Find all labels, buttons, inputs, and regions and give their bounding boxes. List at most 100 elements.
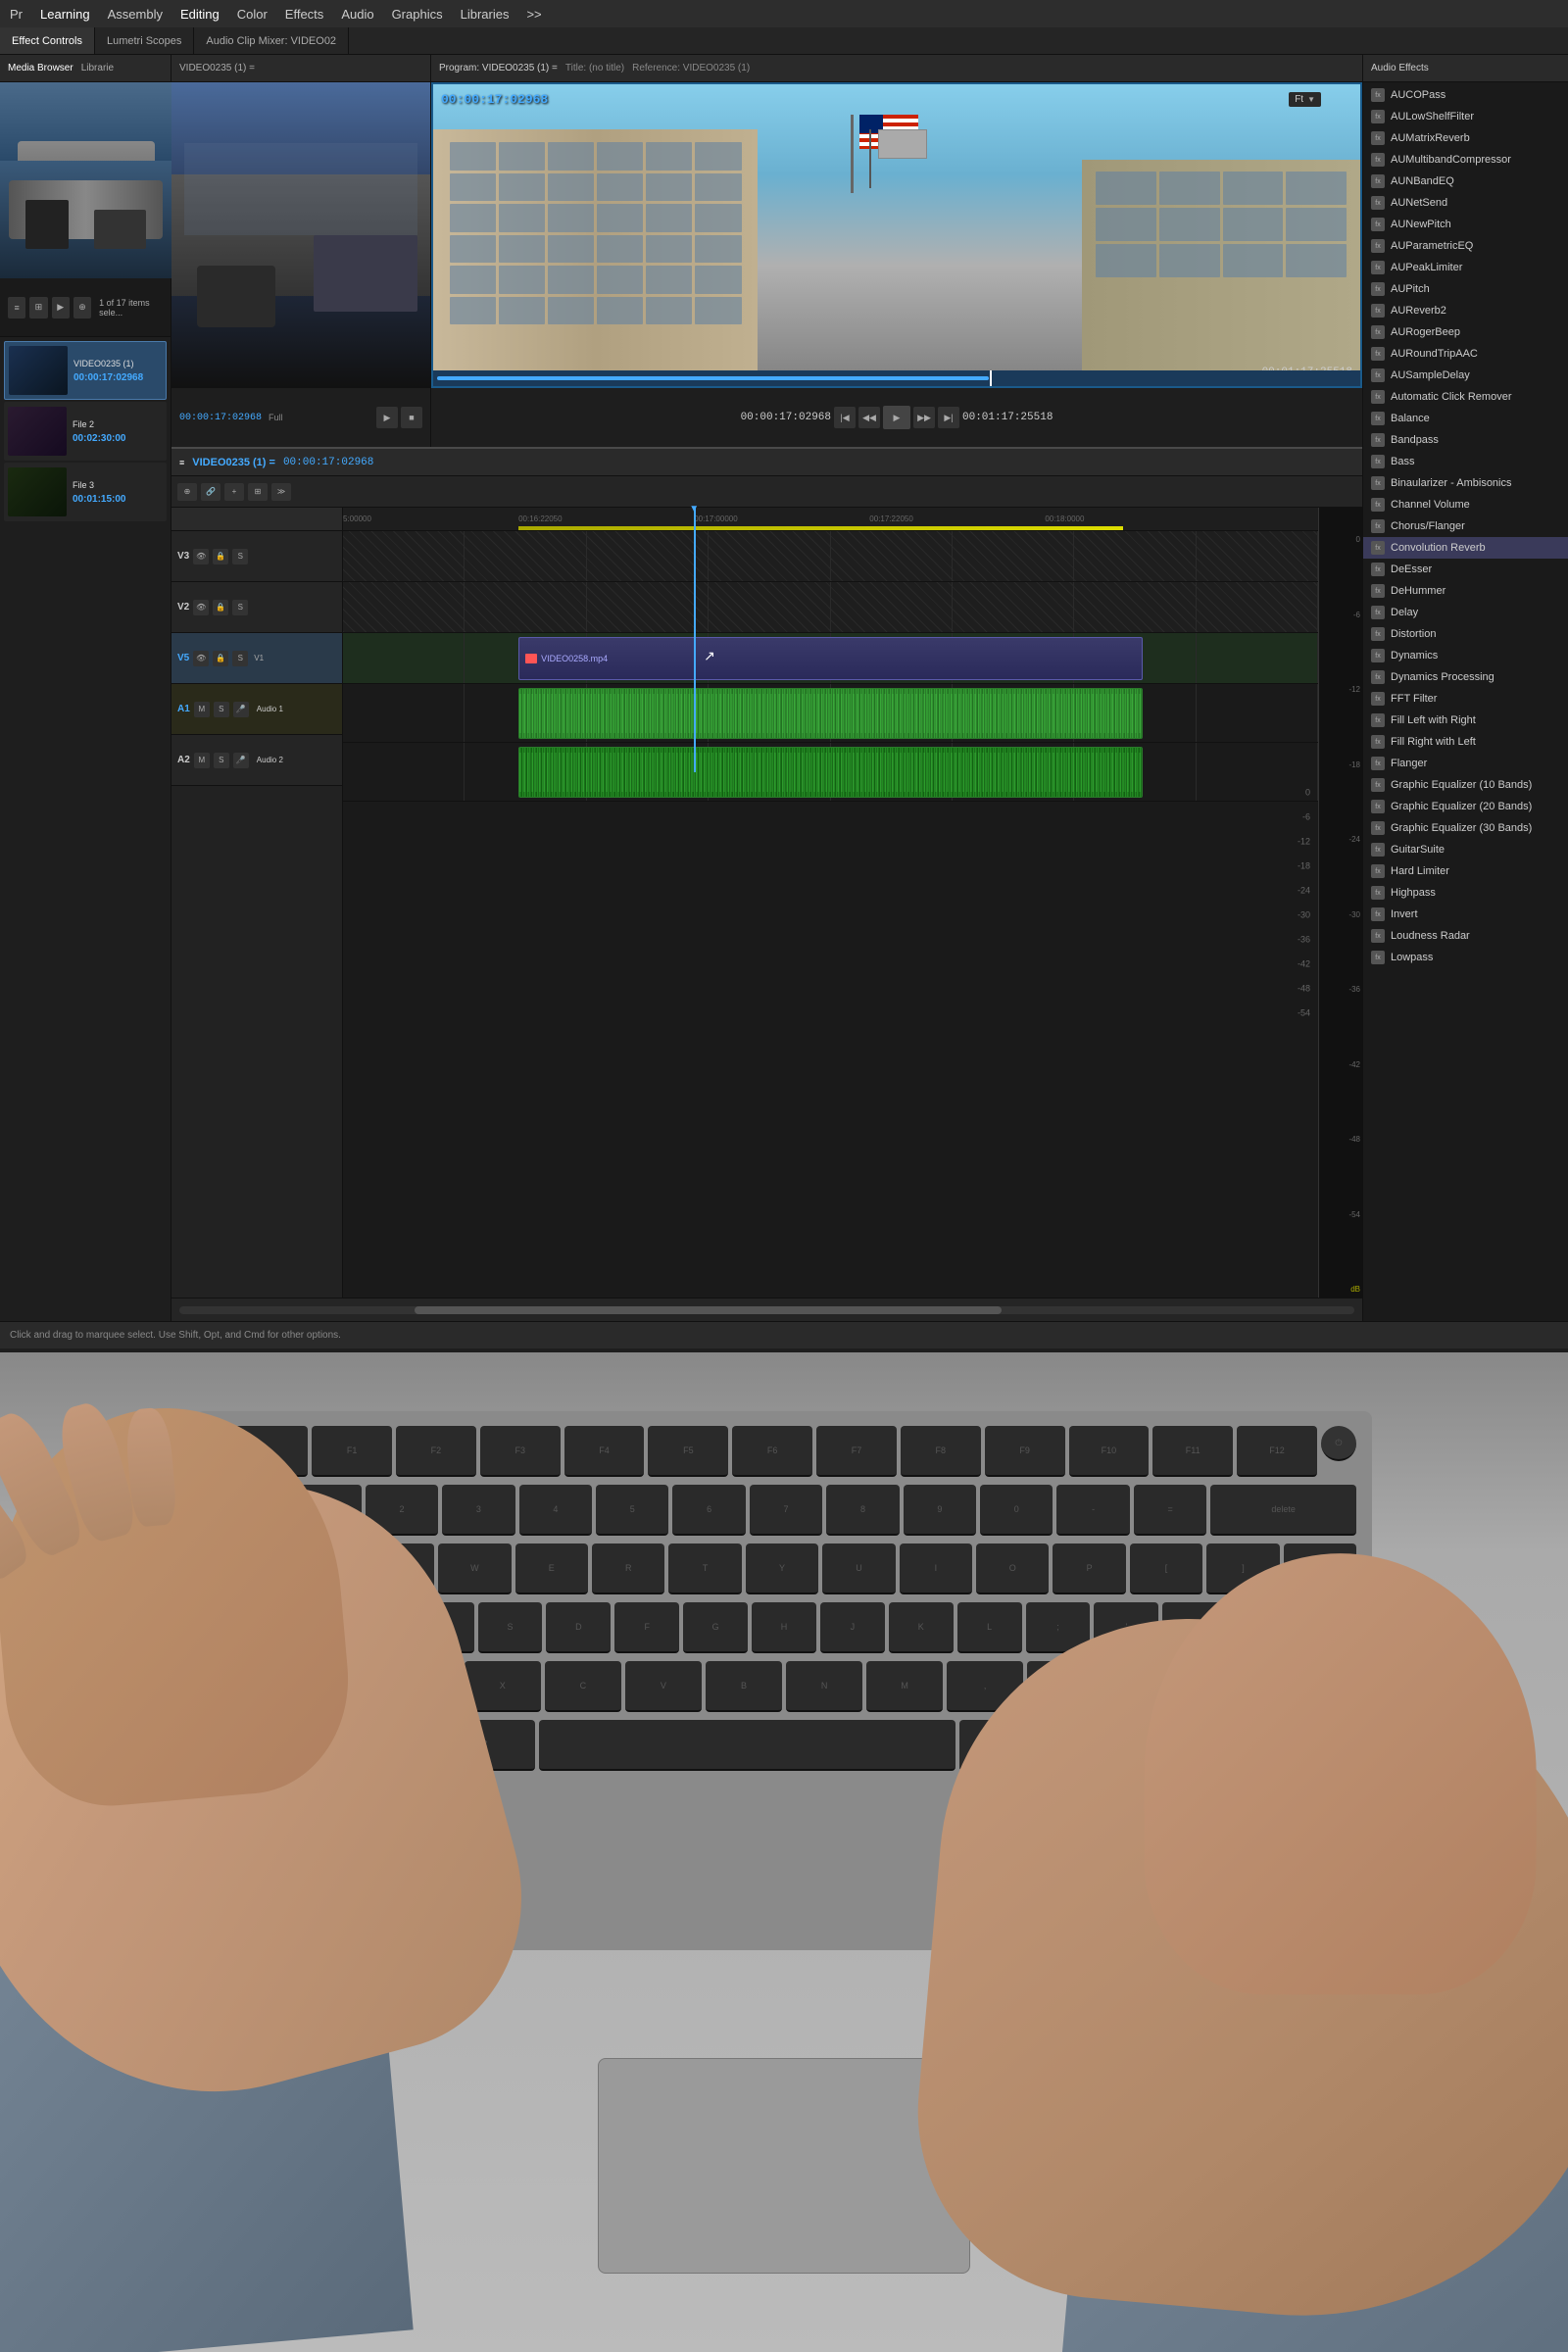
track-v3-lock[interactable]: 🔒: [213, 549, 228, 564]
effect-item-aunbandeq[interactable]: fx AUNBandEQ: [1363, 171, 1568, 192]
effect-item-aulowshelf[interactable]: fx AULowShelfFilter: [1363, 106, 1568, 127]
track-v2-lock[interactable]: 🔒: [213, 600, 228, 615]
timeline-tools-btn[interactable]: ⊞: [248, 483, 268, 501]
effect-item-aunetsend[interactable]: fx AUNetSend: [1363, 192, 1568, 214]
audio-clip-1[interactable]: [518, 688, 1143, 739]
program-play-btn[interactable]: ▶: [883, 406, 910, 429]
effect-item-dynamics[interactable]: fx Dynamics: [1363, 645, 1568, 666]
effect-item-graphiceq30[interactable]: fx Graphic Equalizer (30 Bands): [1363, 817, 1568, 839]
effect-item-deesser[interactable]: fx DeEsser: [1363, 559, 1568, 580]
track-a1-mute[interactable]: M: [194, 702, 210, 717]
track-v1-lock[interactable]: 🔒: [213, 651, 228, 666]
effects-list[interactable]: fx AUCOPass fx AULowShelfFilter fx AUMat…: [1363, 82, 1568, 1348]
effect-item-auparametric[interactable]: fx AUParametricEQ: [1363, 235, 1568, 257]
menu-editing[interactable]: Editing: [180, 7, 220, 22]
effect-item-aureverb2[interactable]: fx AUReverb2: [1363, 300, 1568, 321]
effect-item-invert[interactable]: fx Invert: [1363, 904, 1568, 925]
effect-item-loudness[interactable]: fx Loudness Radar: [1363, 925, 1568, 947]
timeline-linked-btn[interactable]: 🔗: [201, 483, 220, 501]
effect-item-aumultiband[interactable]: fx AUMultibandCompressor: [1363, 149, 1568, 171]
effect-item-aunewpitch[interactable]: fx AUNewPitch: [1363, 214, 1568, 235]
left-panel-btn-1[interactable]: ≡: [8, 297, 25, 318]
effect-item-fillright[interactable]: fx Fill Right with Left: [1363, 731, 1568, 753]
effect-name: Fill Right with Left: [1391, 736, 1476, 748]
effect-item-aupitch[interactable]: fx AUPitch: [1363, 278, 1568, 300]
list-item[interactable]: File 2 00:02:30:00: [4, 402, 167, 461]
track-v1-eye[interactable]: 👁: [193, 651, 209, 666]
track-v3-sync[interactable]: S: [232, 549, 248, 564]
effect-item-channelvol[interactable]: fx Channel Volume: [1363, 494, 1568, 515]
effect-item-aupeaklimiter[interactable]: fx AUPeakLimiter: [1363, 257, 1568, 278]
program-rewind-btn[interactable]: |◀: [834, 407, 856, 428]
menu-effects[interactable]: Effects: [285, 7, 324, 22]
tab-audio-clip-mixer[interactable]: Audio Clip Mixer: VIDEO02: [194, 27, 349, 54]
effect-item-delay[interactable]: fx Delay: [1363, 602, 1568, 623]
track-a2-record[interactable]: 🎤: [233, 753, 249, 768]
effect-item-aumatrix[interactable]: fx AUMatrixReverb: [1363, 127, 1568, 149]
menu-assembly[interactable]: Assembly: [108, 7, 163, 22]
timeline-snap-btn[interactable]: ⊕: [177, 483, 197, 501]
track-v2-eye[interactable]: 👁: [193, 600, 209, 615]
effect-item-distortion[interactable]: fx Distortion: [1363, 623, 1568, 645]
track-a2-mute[interactable]: M: [194, 753, 210, 768]
effect-item-graphiceq20[interactable]: fx Graphic Equalizer (20 Bands): [1363, 796, 1568, 817]
tab-lumetri-scopes[interactable]: Lumetri Scopes: [95, 27, 194, 54]
effect-item-convolution[interactable]: fx Convolution Reverb: [1363, 537, 1568, 559]
left-panel-btn-3[interactable]: ▶: [52, 297, 70, 318]
left-panel-btn-4[interactable]: ⊕: [74, 297, 91, 318]
effect-item-aucopass[interactable]: fx AUCOPass: [1363, 84, 1568, 106]
panel-tabs-row: Effect Controls Lumetri Scopes Audio Cli…: [0, 27, 1568, 55]
source-play-btn[interactable]: ▶: [376, 407, 398, 428]
list-item[interactable]: File 3 00:01:15:00: [4, 463, 167, 521]
program-prev-btn[interactable]: ◀◀: [858, 407, 880, 428]
tab-media-browser[interactable]: Media Browser: [8, 63, 74, 74]
effect-item-hardlimiter[interactable]: fx Hard Limiter: [1363, 860, 1568, 882]
track-a1-record[interactable]: 🎤: [233, 702, 249, 717]
effect-item-lowpass[interactable]: fx Lowpass: [1363, 947, 1568, 968]
menu-libraries[interactable]: Libraries: [461, 7, 510, 22]
video-clip[interactable]: VIDEO0258.mp4: [518, 637, 1143, 680]
effect-item-flanger[interactable]: fx Flanger: [1363, 753, 1568, 774]
effect-item-dehummer[interactable]: fx DeHummer: [1363, 580, 1568, 602]
tab-library[interactable]: Librarie: [81, 63, 114, 74]
menu-color[interactable]: Color: [237, 7, 268, 22]
effect-item-guitarsuite[interactable]: fx GuitarSuite: [1363, 839, 1568, 860]
tab-effect-controls[interactable]: Effect Controls: [0, 27, 95, 54]
effect-item-binaural[interactable]: fx Binaularizer - Ambisonics: [1363, 472, 1568, 494]
timeline-more-btn[interactable]: ≫: [271, 483, 291, 501]
menu-learning[interactable]: Learning: [40, 7, 90, 22]
left-panel-btn-2[interactable]: ⊞: [29, 297, 47, 318]
track-v3-eye[interactable]: 👁: [193, 549, 209, 564]
audio-clip-2[interactable]: [518, 747, 1143, 798]
timeline-add-track-btn[interactable]: +: [224, 483, 244, 501]
effect-item-graphiceq10[interactable]: fx Graphic Equalizer (10 Bands): [1363, 774, 1568, 796]
effect-item-autoclick[interactable]: fx Automatic Click Remover: [1363, 386, 1568, 408]
program-next-btn[interactable]: ▶▶: [913, 407, 935, 428]
track-v2-sync[interactable]: S: [232, 600, 248, 615]
menu-more[interactable]: >>: [526, 7, 541, 22]
program-end-btn[interactable]: ▶|: [938, 407, 959, 428]
effect-item-balance[interactable]: fx Balance: [1363, 408, 1568, 429]
effect-item-auroundtrip[interactable]: fx AURoundTripAAC: [1363, 343, 1568, 365]
effect-item-aurogerbeep[interactable]: fx AURogerBeep: [1363, 321, 1568, 343]
program-monitor: Program: VIDEO0235 (1) = Title: (no titl…: [431, 55, 1362, 447]
unit-dropdown[interactable]: Ft ▼: [1289, 92, 1321, 107]
track-a2-solo[interactable]: S: [214, 753, 229, 768]
effect-item-ausampledelay[interactable]: fx AUSampleDelay: [1363, 365, 1568, 386]
scale-bar[interactable]: [179, 1306, 1354, 1314]
effect-item-bass[interactable]: fx Bass: [1363, 451, 1568, 472]
menu-audio[interactable]: Audio: [341, 7, 373, 22]
effect-item-dynprocessing[interactable]: fx Dynamics Processing: [1363, 666, 1568, 688]
source-stop-btn[interactable]: ■: [401, 407, 422, 428]
effect-icon: fx: [1371, 433, 1385, 447]
list-item[interactable]: VIDEO0235 (1) 00:00:17:02968: [4, 341, 167, 400]
effect-item-chorus[interactable]: fx Chorus/Flanger: [1363, 515, 1568, 537]
track-a1-solo[interactable]: S: [214, 702, 229, 717]
effect-item-bandpass[interactable]: fx Bandpass: [1363, 429, 1568, 451]
effect-item-fillleft[interactable]: fx Fill Left with Right: [1363, 710, 1568, 731]
app-icon[interactable]: Pr: [10, 7, 23, 22]
effect-item-highpass[interactable]: fx Highpass: [1363, 882, 1568, 904]
effect-item-fftfilter[interactable]: fx FFT Filter: [1363, 688, 1568, 710]
track-v1-sync[interactable]: S: [232, 651, 248, 666]
menu-graphics[interactable]: Graphics: [392, 7, 443, 22]
